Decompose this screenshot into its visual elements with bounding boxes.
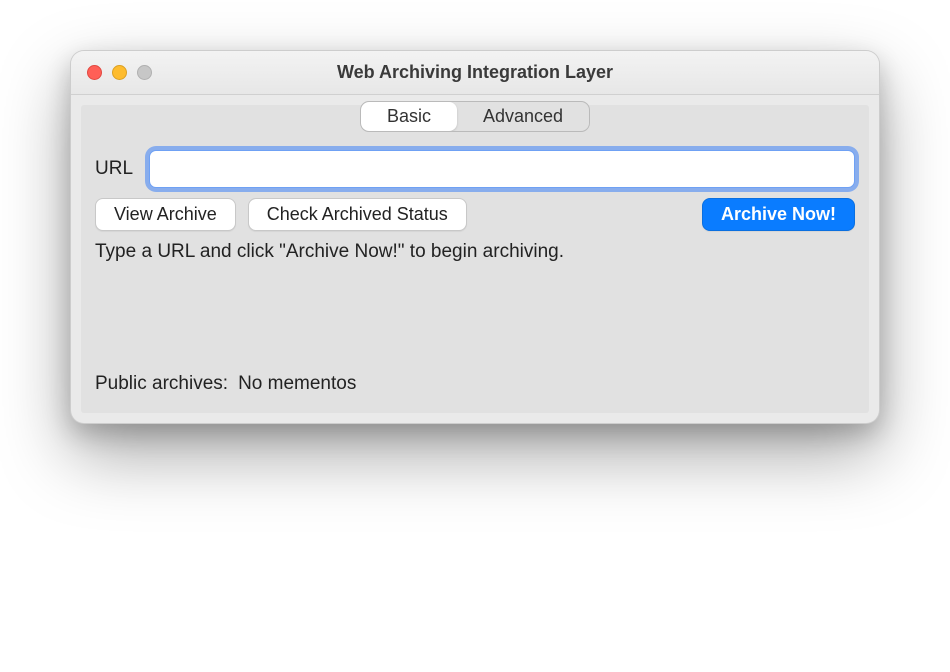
minimize-icon[interactable] [112, 65, 127, 80]
titlebar: Web Archiving Integration Layer [71, 51, 879, 95]
archive-now-button[interactable]: Archive Now! [702, 198, 855, 231]
window-title: Web Archiving Integration Layer [71, 62, 879, 83]
instruction-text: Type a URL and click "Archive Now!" to b… [95, 241, 855, 263]
content-pane: Basic Advanced URL View Archive Check Ar… [81, 105, 869, 413]
segmented-control: Basic Advanced [360, 101, 590, 132]
tab-basic[interactable]: Basic [361, 102, 457, 131]
maximize-icon [137, 65, 152, 80]
archives-label: Public archives: [95, 373, 228, 395]
archives-value: No mementos [238, 373, 356, 395]
window-controls [87, 65, 152, 80]
check-status-button[interactable]: Check Archived Status [248, 198, 467, 231]
url-row: URL [95, 150, 855, 188]
archives-row: Public archives: No mementos [95, 373, 855, 395]
url-input[interactable] [149, 150, 855, 188]
tab-advanced[interactable]: Advanced [457, 102, 589, 131]
url-label: URL [95, 158, 139, 180]
view-archive-button[interactable]: View Archive [95, 198, 236, 231]
tab-bar: Basic Advanced [95, 101, 855, 146]
close-icon[interactable] [87, 65, 102, 80]
button-row: View Archive Check Archived Status Archi… [95, 198, 855, 231]
app-window: Web Archiving Integration Layer Basic Ad… [70, 50, 880, 424]
